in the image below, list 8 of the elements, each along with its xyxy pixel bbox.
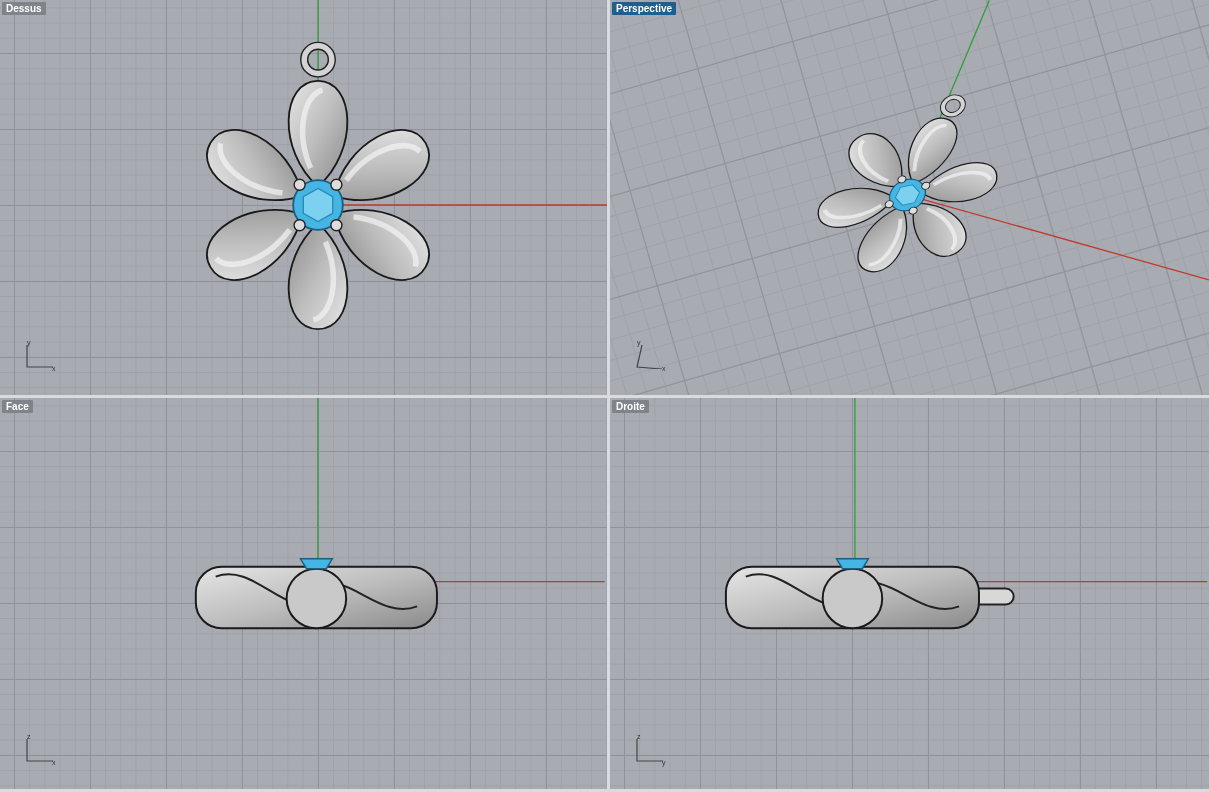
viewport-title[interactable]: Dessus	[2, 2, 46, 15]
axis-icon	[26, 739, 54, 763]
viewport-title[interactable]: Droite	[612, 400, 649, 413]
axis-icon	[26, 345, 54, 369]
viewport-title[interactable]: Perspective	[612, 2, 677, 15]
viewport-title[interactable]: Face	[2, 400, 33, 413]
axis-icon	[636, 345, 664, 369]
axis-icon	[636, 739, 664, 763]
